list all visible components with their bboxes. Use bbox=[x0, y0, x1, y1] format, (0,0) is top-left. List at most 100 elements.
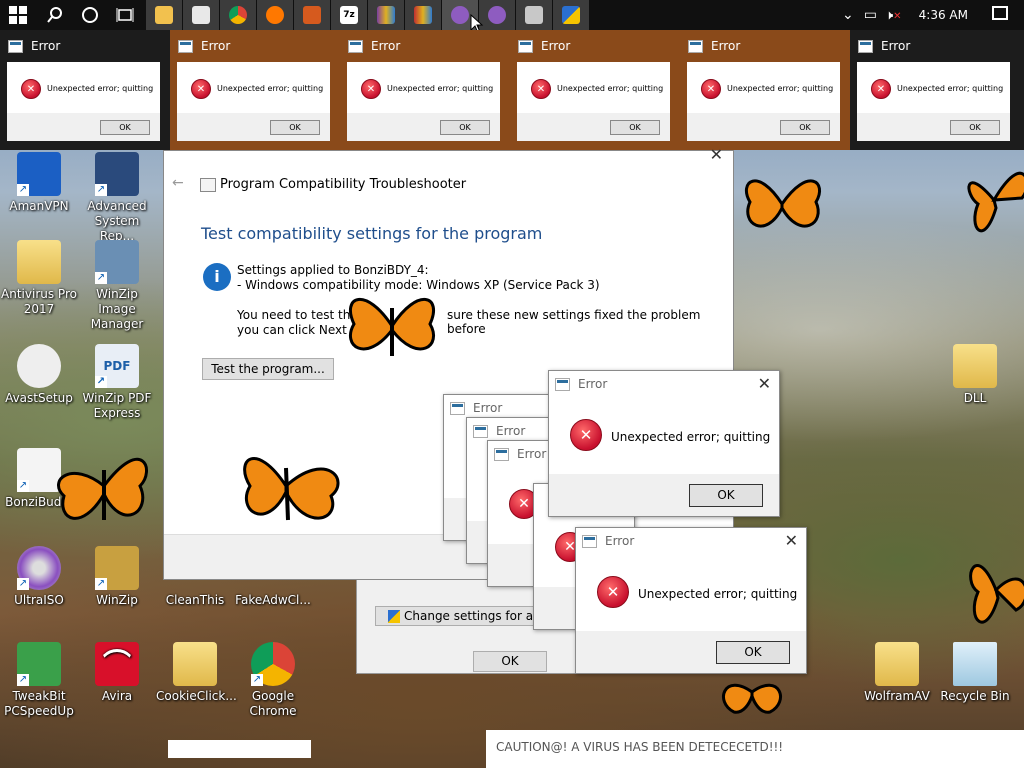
thumbnail-preview[interactable]: Error ✕ Unexpected error; quitting OK bbox=[510, 30, 680, 150]
speedometer-icon bbox=[17, 642, 61, 686]
notifications-icon[interactable] bbox=[992, 6, 1008, 20]
desktop-icon-label: Recycle Bin bbox=[940, 689, 1010, 703]
disc-icon bbox=[17, 344, 61, 388]
task-view-button[interactable] bbox=[107, 0, 143, 30]
winzip-icon bbox=[95, 546, 139, 590]
error-message: Unexpected error; quitting bbox=[611, 430, 771, 444]
butterfly-icon bbox=[348, 297, 436, 356]
taskbar-winrar[interactable] bbox=[368, 0, 404, 30]
thumbnail-message: Unexpected error; quitting bbox=[387, 84, 494, 93]
desktop-icon-winzip[interactable]: WinZip bbox=[78, 546, 156, 608]
volume-muted-icon[interactable]: 🕨✕ bbox=[885, 8, 902, 23]
desktop-icon-avira[interactable]: ⌒ Avira bbox=[78, 642, 156, 704]
taskbar-chrome[interactable] bbox=[220, 0, 256, 30]
desktop-icon-recycle-bin[interactable]: Recycle Bin bbox=[936, 642, 1014, 704]
thumbnail-title: Error bbox=[31, 39, 61, 53]
error-icon: ✕ bbox=[21, 79, 41, 99]
desktop-icon-label: AmanVPN bbox=[9, 199, 69, 213]
close-icon[interactable]: ✕ bbox=[785, 531, 798, 550]
app-icon bbox=[348, 39, 363, 53]
winrar-icon bbox=[377, 6, 395, 24]
display-icon bbox=[525, 6, 543, 24]
back-arrow-icon[interactable]: ← bbox=[172, 175, 184, 191]
shield-icon bbox=[562, 6, 580, 24]
search-icon bbox=[47, 7, 62, 23]
desktop-icon-advanced-system-repair[interactable]: Advanced System Rep... bbox=[78, 152, 156, 244]
desktop-icon-wolframav[interactable]: WolframAV bbox=[858, 642, 936, 704]
app-icon bbox=[8, 39, 23, 53]
search-button[interactable] bbox=[37, 0, 73, 30]
behind-ok-button[interactable]: OK bbox=[473, 651, 547, 672]
taskbar-display[interactable] bbox=[516, 0, 552, 30]
thumbnail-preview[interactable]: Error ✕ Unexpected error; quitting OK bbox=[170, 30, 340, 150]
app-icon bbox=[582, 534, 597, 548]
thumbnail-preview[interactable]: Error ✕ Unexpected error; quitting OK bbox=[340, 30, 510, 150]
clock[interactable]: 4:36 AM bbox=[919, 8, 968, 22]
app-icon bbox=[688, 39, 703, 53]
thumbnail-title: Error bbox=[201, 39, 231, 53]
pdf-icon: PDF bbox=[95, 344, 139, 388]
thumbnail-title: Error bbox=[371, 39, 401, 53]
thumbnail-message: Unexpected error; quitting bbox=[217, 84, 324, 93]
thumbnail-preview[interactable]: Error ✕ Unexpected error; quitting OK bbox=[0, 30, 170, 150]
desktop-icon-amanvpn[interactable]: AmanVPN bbox=[0, 152, 78, 214]
chrome-icon bbox=[229, 6, 247, 24]
error-title: Error bbox=[605, 534, 635, 548]
desktop-icon-label: Antivirus Pro 2017 bbox=[1, 287, 77, 316]
cortana-button[interactable] bbox=[72, 0, 108, 30]
thumbnail-title: Error bbox=[711, 39, 741, 53]
start-button[interactable] bbox=[0, 0, 36, 30]
desktop-icon-label: WolframAV bbox=[864, 689, 930, 703]
close-icon[interactable]: ✕ bbox=[710, 145, 723, 164]
taskbar-tool[interactable] bbox=[294, 0, 330, 30]
thumbnail-preview[interactable]: Error ✕ Unexpected error; quitting OK bbox=[680, 30, 850, 150]
taskbar-7zip[interactable]: 7z bbox=[331, 0, 367, 30]
thumbnail-title: Error bbox=[881, 39, 911, 53]
close-icon[interactable]: ✕ bbox=[758, 374, 771, 393]
desktop-icon-label: WinZip bbox=[96, 593, 138, 607]
caution-banner: CAUTION@! A VIRUS HAS BEEN DETECECETD!!! bbox=[486, 730, 1024, 768]
cd-icon bbox=[17, 546, 61, 590]
thumbnail-preview[interactable]: Error ✕ Unexpected error; quitting OK bbox=[850, 30, 1024, 150]
thumbnail-message: Unexpected error; quitting bbox=[47, 84, 154, 93]
ok-button[interactable]: OK bbox=[689, 484, 763, 507]
vpn-star-icon bbox=[17, 152, 61, 196]
taskbar-file-explorer[interactable] bbox=[146, 0, 182, 30]
error-message: Unexpected error; quitting bbox=[638, 587, 798, 601]
error-icon: ✕ bbox=[570, 419, 602, 451]
system-tray: ⌄ ▭ 🕨✕ bbox=[842, 0, 902, 30]
app-icon bbox=[518, 39, 533, 53]
taskbar-winrar-2[interactable] bbox=[405, 0, 441, 30]
butterfly-icon bbox=[967, 171, 1024, 233]
chevron-up-icon[interactable]: ⌄ bbox=[842, 7, 854, 23]
ok-button[interactable]: OK bbox=[716, 641, 790, 664]
desktop-icon-avastsetup[interactable]: AvastSetup bbox=[0, 344, 78, 406]
avast-icon bbox=[266, 6, 284, 24]
desktop-icon-antivirus-pro[interactable]: Antivirus Pro 2017 bbox=[0, 240, 78, 317]
image-manager-icon bbox=[95, 240, 139, 284]
network-icon[interactable]: ▭ bbox=[864, 7, 877, 23]
desktop-icon-label: TweakBit PCSpeedUp bbox=[4, 689, 74, 718]
butterfly-icon bbox=[722, 683, 782, 714]
desktop-icon-tweakbit[interactable]: TweakBit PCSpeedUp bbox=[0, 642, 78, 719]
desktop-icon-label: AvastSetup bbox=[5, 391, 73, 405]
desktop-icon-winzip-image-manager[interactable]: WinZip Image Manager bbox=[78, 240, 156, 332]
app-icon bbox=[473, 424, 488, 438]
taskbar-avast[interactable] bbox=[257, 0, 293, 30]
desktop-icon-cookieclicker[interactable]: CookieClick... bbox=[156, 642, 237, 704]
troubleshooter-app-icon bbox=[200, 178, 216, 192]
desktop: 7z ⌄ ▭ 🕨✕ 4:36 AM Error ✕ Unexpected erro… bbox=[0, 0, 1024, 768]
taskbar-store[interactable] bbox=[183, 0, 219, 30]
desktop-icon-winzip-pdf-express[interactable]: PDF WinZip PDF Express bbox=[78, 344, 156, 421]
desktop-icon-label: Google Chrome bbox=[249, 689, 297, 718]
test-program-button[interactable]: Test the program... bbox=[202, 358, 334, 380]
taskbar-bonzi-buddy-2[interactable] bbox=[479, 0, 515, 30]
desktop-icon-ultraiso[interactable]: UltraISO bbox=[0, 546, 78, 608]
butterfly-icon bbox=[57, 457, 148, 520]
desktop-icon-label: FakeAdwCl... bbox=[235, 593, 311, 607]
taskbar-defender[interactable] bbox=[553, 0, 589, 30]
desktop-icon-google-chrome[interactable]: Google Chrome bbox=[234, 642, 312, 719]
error-icon: ✕ bbox=[531, 79, 551, 99]
error-title: Error bbox=[496, 424, 526, 438]
desktop-icon-dll[interactable]: DLL bbox=[936, 344, 1014, 406]
